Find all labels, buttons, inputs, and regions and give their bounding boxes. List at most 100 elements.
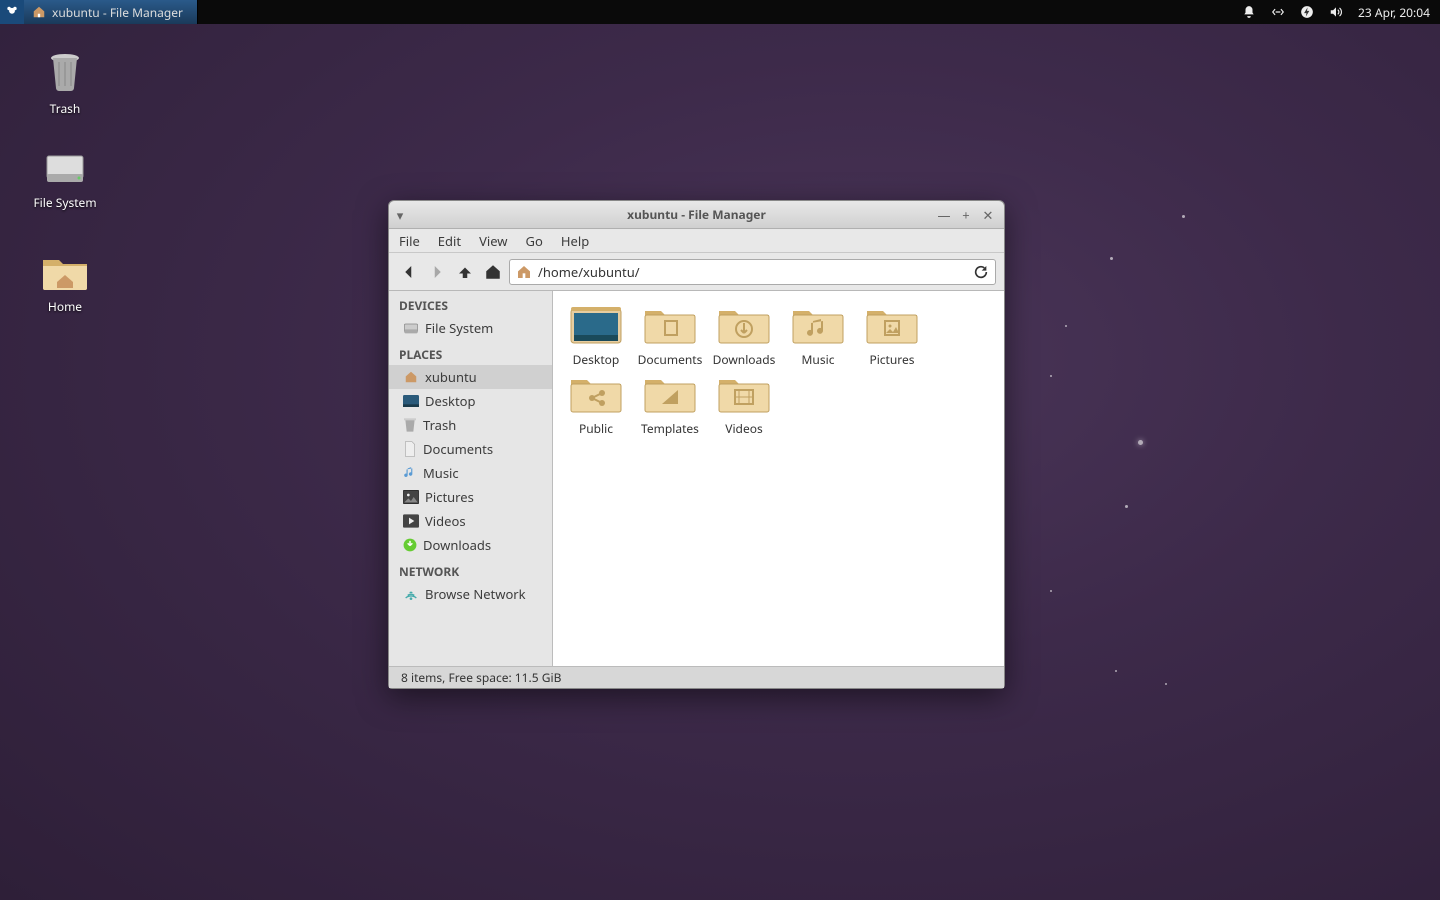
desktop-icon — [403, 395, 419, 407]
home-icon — [403, 370, 419, 384]
close-button[interactable]: ✕ — [980, 206, 996, 224]
desktop-icon-filesystem[interactable]: File System — [20, 150, 110, 211]
file-manager-window: ▾ xubuntu - File Manager — + ✕ File Edit… — [388, 200, 1005, 689]
sidebar-item-label: xubuntu — [425, 368, 477, 386]
menu-view[interactable]: View — [479, 232, 507, 250]
sidebar-item-browse-network[interactable]: Browse Network — [389, 582, 552, 606]
location-bar — [509, 259, 996, 285]
home-folder-icon — [41, 252, 89, 292]
home-icon — [516, 264, 532, 280]
sidebar-header-network: NETWORK — [389, 557, 552, 582]
sidebar-item-pictures[interactable]: Pictures — [389, 485, 552, 509]
documents-folder-icon — [643, 303, 697, 347]
home-icon — [32, 5, 46, 19]
music-folder-icon — [791, 303, 845, 347]
sidebar-item-videos[interactable]: Videos — [389, 509, 552, 533]
folder-downloads[interactable]: Downloads — [707, 303, 781, 368]
menu-file[interactable]: File — [399, 232, 420, 250]
sidebar-item-music[interactable]: Music — [389, 461, 552, 485]
folder-documents[interactable]: Documents — [633, 303, 707, 368]
folder-label: Public — [579, 420, 613, 437]
desktop-icon-home[interactable]: Home — [20, 252, 110, 315]
taskbar-item-file-manager[interactable]: xubuntu - File Manager — [24, 0, 198, 24]
window-menu-button[interactable]: ▾ — [389, 206, 411, 224]
drive-icon — [403, 321, 419, 335]
sidebar-item-label: Desktop — [425, 392, 476, 410]
menubar: File Edit View Go Help — [389, 229, 1004, 253]
folder-videos[interactable]: Videos — [707, 372, 781, 437]
sidebar-item-desktop[interactable]: Desktop — [389, 389, 552, 413]
up-button[interactable] — [453, 260, 477, 284]
sidebar-item-label: File System — [425, 319, 493, 337]
sidebar-header-places: PLACES — [389, 340, 552, 365]
menu-go[interactable]: Go — [526, 232, 543, 250]
window-title: xubuntu - File Manager — [389, 206, 1004, 223]
sidebar-item-filesystem[interactable]: File System — [389, 316, 552, 340]
network-icon — [403, 587, 419, 601]
download-icon — [403, 538, 417, 552]
network-icon[interactable] — [1270, 5, 1286, 19]
minimize-button[interactable]: — — [936, 206, 952, 224]
sidebar-item-label: Videos — [425, 512, 466, 530]
folder-public[interactable]: Public — [559, 372, 633, 437]
sidebar-item-label: Music — [423, 464, 459, 482]
menu-help[interactable]: Help — [561, 232, 589, 250]
statusbar: 8 items, Free space: 11.5 GiB — [389, 666, 1004, 688]
forward-button[interactable] — [425, 260, 449, 284]
sidebar-header-devices: DEVICES — [389, 291, 552, 316]
folder-templates[interactable]: Templates — [633, 372, 707, 437]
reload-icon[interactable] — [973, 264, 989, 280]
folder-music[interactable]: Music — [781, 303, 855, 368]
pictures-folder-icon — [865, 303, 919, 347]
sidebar: DEVICES File System PLACES xubuntu Deskt… — [389, 291, 553, 666]
sidebar-item-label: Browse Network — [425, 585, 526, 603]
desktop-icon-label: File System — [33, 194, 96, 211]
notification-icon[interactable] — [1242, 5, 1256, 19]
top-panel: xubuntu - File Manager 23 Apr, 20:04 — [0, 0, 1440, 24]
taskbar-item-label: xubuntu - File Manager — [52, 4, 183, 21]
desktop-folder-icon — [569, 303, 623, 347]
sidebar-item-label: Documents — [423, 440, 493, 458]
clock[interactable]: 23 Apr, 20:04 — [1358, 4, 1430, 21]
path-input[interactable] — [538, 263, 967, 281]
titlebar[interactable]: ▾ xubuntu - File Manager — + ✕ — [389, 201, 1004, 229]
folder-desktop[interactable]: Desktop — [559, 303, 633, 368]
public-folder-icon — [569, 372, 623, 416]
trash-icon — [403, 417, 417, 433]
document-icon — [403, 441, 417, 457]
sidebar-item-documents[interactable]: Documents — [389, 437, 552, 461]
maximize-button[interactable]: + — [958, 206, 974, 224]
desktop-icon-trash[interactable]: Trash — [20, 50, 110, 117]
folder-label: Documents — [638, 351, 703, 368]
sidebar-item-xubuntu[interactable]: xubuntu — [389, 365, 552, 389]
sidebar-item-trash[interactable]: Trash — [389, 413, 552, 437]
sidebar-item-label: Trash — [423, 416, 456, 434]
desktop-icon-label: Trash — [50, 100, 81, 117]
folder-label: Pictures — [869, 351, 914, 368]
folder-label: Templates — [641, 420, 699, 437]
desktop-icon-label: Home — [48, 298, 82, 315]
sidebar-item-downloads[interactable]: Downloads — [389, 533, 552, 557]
drive-icon — [43, 150, 87, 188]
folder-label: Music — [802, 351, 835, 368]
music-icon — [403, 465, 417, 481]
folder-pictures[interactable]: Pictures — [855, 303, 929, 368]
menu-edit[interactable]: Edit — [438, 232, 461, 250]
folder-label: Downloads — [713, 351, 776, 368]
trash-icon — [45, 50, 85, 94]
power-manager-icon[interactable] — [1300, 5, 1314, 19]
folder-label: Desktop — [573, 351, 620, 368]
downloads-folder-icon — [717, 303, 771, 347]
videos-folder-icon — [717, 372, 771, 416]
mouse-icon — [5, 5, 19, 19]
folder-label: Videos — [725, 420, 762, 437]
volume-icon[interactable] — [1328, 5, 1344, 19]
toolbar — [389, 253, 1004, 291]
sidebar-item-label: Downloads — [423, 536, 491, 554]
pictures-icon — [403, 490, 419, 504]
back-button[interactable] — [397, 260, 421, 284]
whisker-menu-button[interactable] — [0, 0, 24, 24]
sidebar-item-label: Pictures — [425, 488, 474, 506]
home-button[interactable] — [481, 260, 505, 284]
icon-view[interactable]: Desktop Documents Downloads Music Pictur… — [553, 291, 1004, 666]
